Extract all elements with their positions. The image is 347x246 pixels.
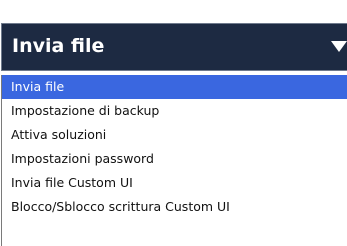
selected-value: Invia file bbox=[12, 35, 105, 57]
option-attiva-soluzioni[interactable]: Attiva soluzioni bbox=[2, 123, 347, 147]
option-blocco-sblocco-scrittura-custom-ui[interactable]: Blocco/Sblocco scrittura Custom UI bbox=[2, 195, 347, 219]
option-impostazioni-password[interactable]: Impostazioni password bbox=[2, 147, 347, 171]
options-list: Invia file Impostazione di backup Attiva… bbox=[1, 75, 347, 246]
triangle-down-icon[interactable] bbox=[331, 41, 347, 52]
option-invia-file-custom-ui[interactable]: Invia file Custom UI bbox=[2, 171, 347, 195]
option-impostazione-di-backup[interactable]: Impostazione di backup bbox=[2, 99, 347, 123]
action-select-box[interactable]: Invia file bbox=[1, 23, 347, 71]
select-header-area: Invia file bbox=[0, 0, 347, 71]
option-invia-file[interactable]: Invia file bbox=[2, 75, 347, 99]
action-select-dropdown: Invia file Invia file Impostazione di ba… bbox=[0, 0, 347, 246]
